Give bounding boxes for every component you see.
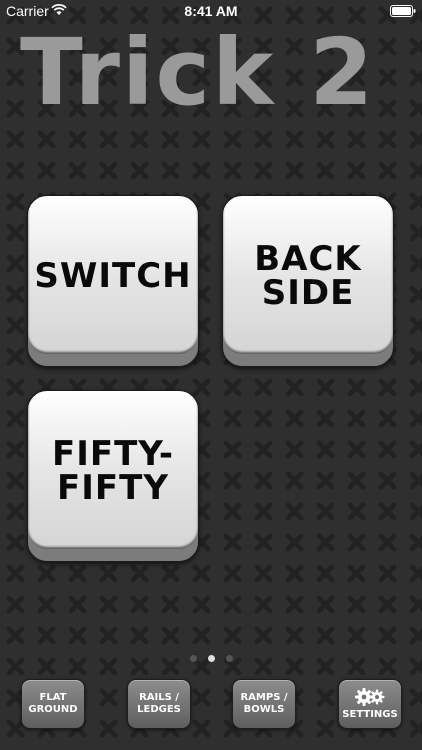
- ramps-bowls-label: RAMPS / BOWLS: [240, 692, 288, 715]
- battery-icon: [390, 5, 416, 17]
- status-time: 8:41 AM: [184, 3, 238, 19]
- ramps-bowls-button[interactable]: RAMPS / BOWLS: [232, 679, 296, 729]
- rails-ledges-button[interactable]: RAILS / LEDGES: [127, 679, 191, 729]
- trick-tile-backside[interactable]: BACK SIDE: [222, 195, 394, 367]
- trick-tile-fifty-fifty[interactable]: FIFTY- FIFTY: [27, 390, 199, 562]
- gears-icon: [355, 688, 385, 706]
- trick-tile-label: SWITCH: [34, 256, 192, 296]
- trick-tile-switch[interactable]: SWITCH: [27, 195, 199, 367]
- page-indicator[interactable]: [0, 655, 422, 662]
- page-title: Trick 2: [20, 19, 376, 126]
- trick-tile-label: BACK SIDE: [254, 239, 362, 313]
- page-dot[interactable]: [189, 655, 197, 662]
- settings-label: SETTINGS: [342, 709, 398, 720]
- flat-ground-label: FLAT GROUND: [28, 692, 78, 715]
- flat-ground-button[interactable]: FLAT GROUND: [21, 679, 85, 729]
- page-dot[interactable]: [225, 655, 233, 662]
- settings-button[interactable]: SETTINGS: [338, 679, 402, 729]
- page-dot-current[interactable]: [207, 655, 215, 662]
- trick-tile-label: FIFTY- FIFTY: [51, 434, 175, 508]
- rails-ledges-label: RAILS / LEDGES: [137, 692, 181, 715]
